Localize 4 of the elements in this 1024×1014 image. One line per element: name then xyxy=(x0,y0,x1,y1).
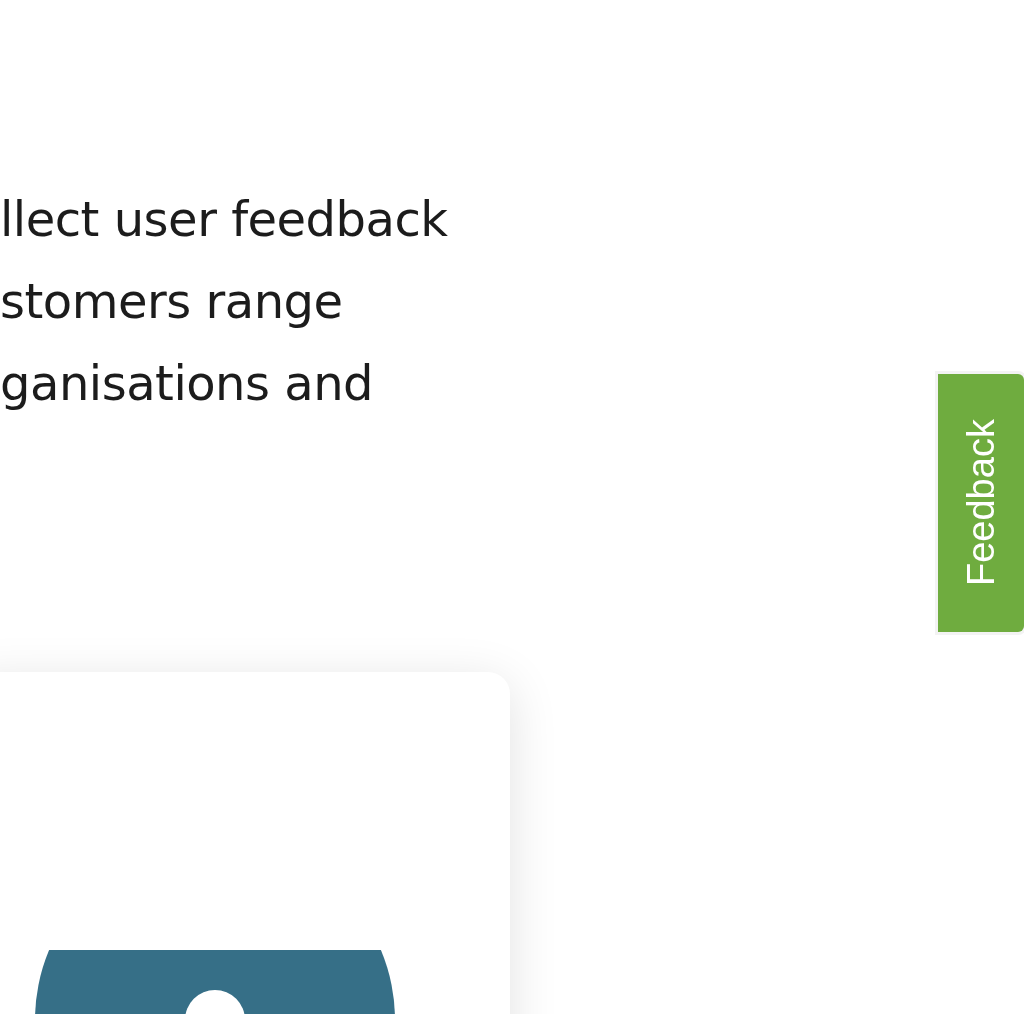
intro-text: ganisations and xyxy=(0,354,374,413)
feedback-tab[interactable]: Feedback xyxy=(938,374,1024,632)
intro-text: llect user feedback xyxy=(0,190,448,249)
intro-text: stomers range xyxy=(0,272,343,331)
